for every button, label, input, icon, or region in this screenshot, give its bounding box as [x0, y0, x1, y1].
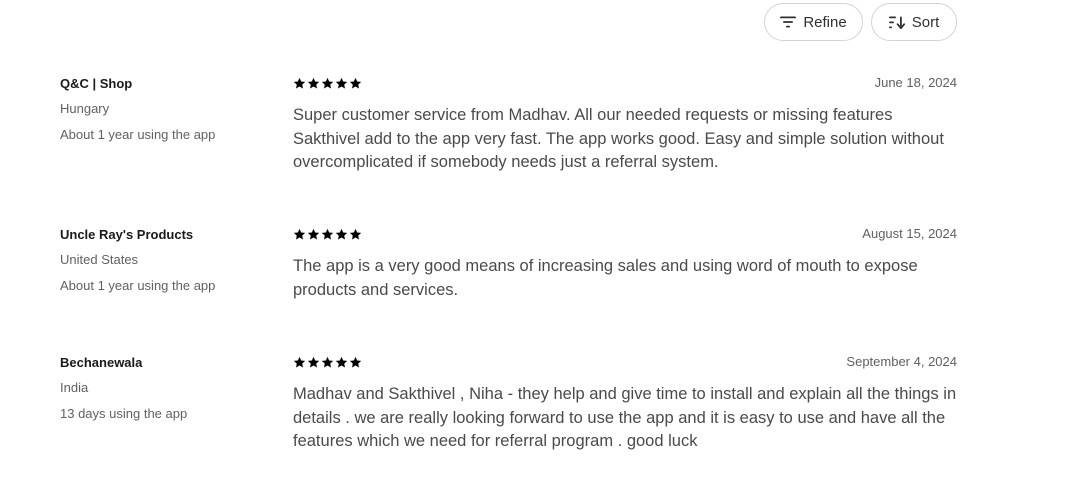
review-text: The app is a very good means of increasi… [293, 257, 918, 299]
star-rating [293, 75, 957, 91]
star-filled-icon [335, 228, 348, 240]
star-filled-icon [335, 356, 348, 368]
review-date: August 15, 2024 [862, 226, 957, 241]
review-text: Super customer service from Madhav. All … [293, 106, 944, 171]
reviewer-usage-duration: About 1 year using the app [60, 127, 216, 142]
star-filled-icon [293, 228, 306, 240]
reviewer-info: Bechanewala India 13 days using the app [60, 354, 280, 423]
star-filled-icon [307, 228, 320, 240]
review-date: June 18, 2024 [874, 75, 957, 90]
star-filled-icon [293, 356, 306, 368]
star-filled-icon [321, 356, 334, 368]
reviewer-usage-duration: About 1 year using the app [60, 278, 216, 293]
star-filled-icon [321, 77, 334, 89]
reviewer-country: Hungary [60, 101, 110, 116]
review-toolbar: Refine Sort [764, 3, 957, 41]
sort-arrows-icon [888, 16, 905, 29]
star-filled-icon [335, 77, 348, 89]
sort-button-label: Sort [911, 13, 940, 31]
filter-lines-icon [780, 16, 797, 28]
reviewer-name: Bechanewala [60, 355, 143, 370]
reviewer-name: Q&C | Shop [60, 76, 133, 91]
star-filled-icon [349, 356, 362, 368]
review-body: August 15, 2024 The app is a very good m… [293, 226, 957, 302]
star-filled-icon [307, 77, 320, 89]
star-filled-icon [307, 356, 320, 368]
review-body: September 4, 2024 Madhav and Sakthivel ,… [293, 354, 957, 454]
reviewer-info: Q&C | Shop Hungary About 1 year using th… [60, 75, 280, 144]
refine-button[interactable]: Refine [764, 3, 863, 41]
star-filled-icon [321, 228, 334, 240]
reviewer-country: India [60, 380, 89, 395]
reviewer-usage-duration: 13 days using the app [60, 406, 188, 421]
refine-button-label: Refine [803, 13, 847, 31]
reviewer-country: United States [60, 252, 139, 267]
reviewer-info: Uncle Ray's Products United States About… [60, 226, 280, 295]
reviewer-name: Uncle Ray's Products [60, 227, 194, 242]
review-text: Madhav and Sakthivel , Niha - they help … [293, 385, 957, 450]
star-rating [293, 226, 957, 242]
star-filled-icon [349, 77, 362, 89]
review-body: June 18, 2024 Super customer service fro… [293, 75, 957, 175]
reviews-page: Refine Sort Q&C | Shop Hungary About 1 y… [0, 0, 1065, 484]
star-filled-icon [349, 228, 362, 240]
star-filled-icon [293, 77, 306, 89]
sort-button[interactable]: Sort [871, 3, 957, 41]
review-date: September 4, 2024 [846, 354, 957, 369]
